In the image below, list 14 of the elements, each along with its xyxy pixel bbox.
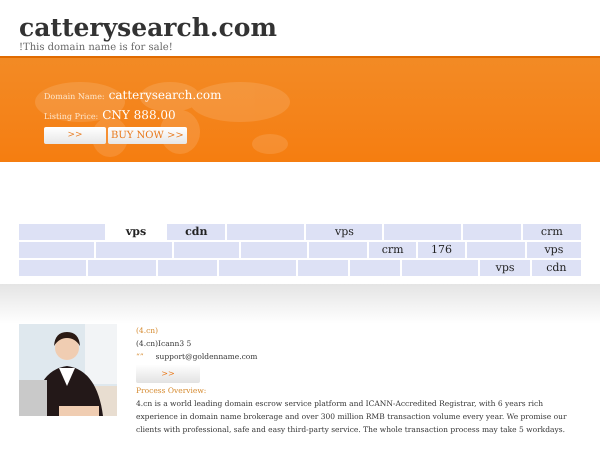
sale-notice: !This domain name is for sale! bbox=[19, 42, 173, 54]
site-title: catterysearch.com bbox=[19, 14, 277, 42]
price-label: Listing Price: bbox=[44, 111, 98, 123]
domain-value: catterysearch.com bbox=[108, 87, 222, 104]
tag-link[interactable]: vps bbox=[480, 260, 530, 276]
tag-link[interactable]: cdn bbox=[167, 224, 226, 240]
tag-link[interactable]: vps bbox=[306, 224, 382, 240]
price-value: CNY 888.00 bbox=[102, 107, 176, 124]
tag-link[interactable]: vps bbox=[526, 242, 581, 258]
tag-link[interactable]: crm bbox=[369, 242, 416, 258]
domain-label: Domain Name: bbox=[44, 91, 105, 103]
tag-link[interactable]: 176 bbox=[418, 242, 465, 258]
tag-link[interactable]: cdn bbox=[532, 260, 582, 276]
tag-link[interactable]: crm bbox=[522, 224, 581, 240]
